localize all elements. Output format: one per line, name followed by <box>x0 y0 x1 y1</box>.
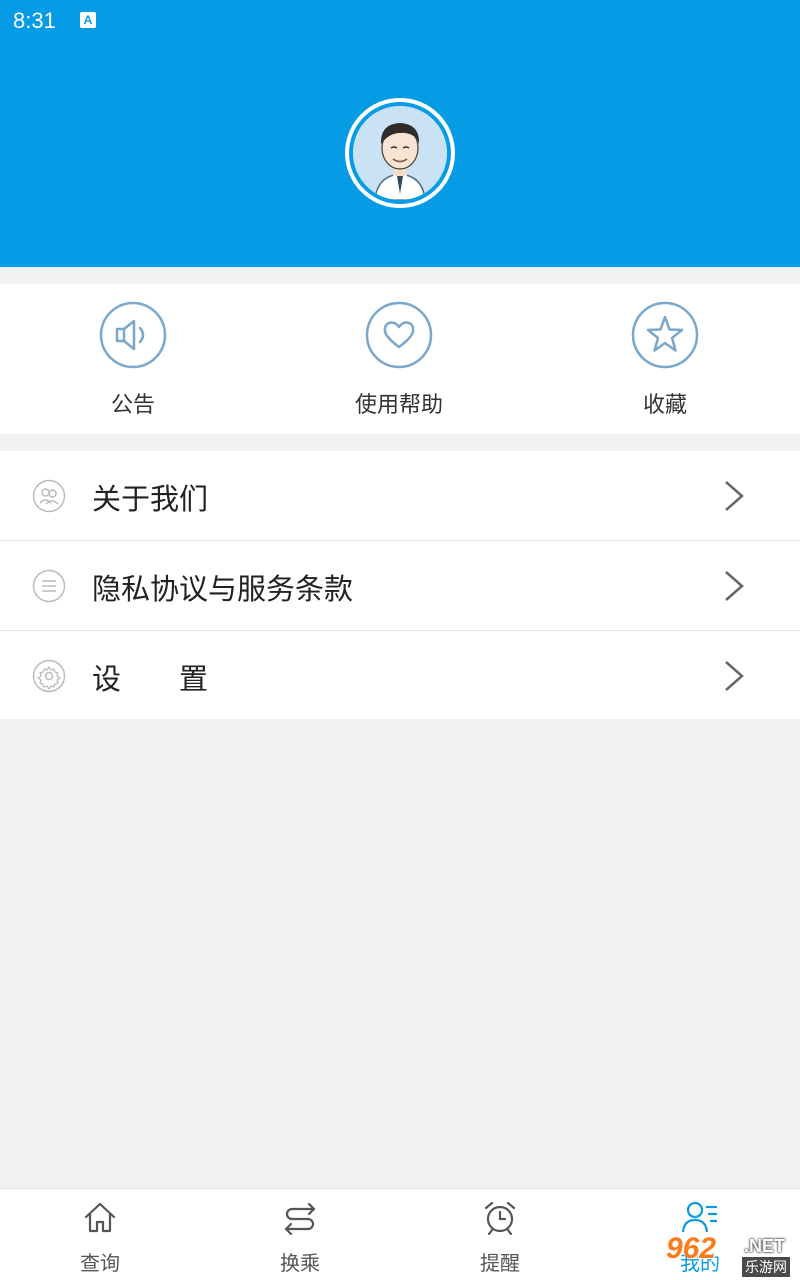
transfer-icon <box>284 1202 316 1235</box>
tab-label: 提醒 <box>480 1251 520 1275</box>
quick-action-announcement[interactable]: 公告 <box>0 284 266 434</box>
star-icon <box>631 301 699 369</box>
quick-action-label: 使用帮助 <box>354 393 443 418</box>
menu-item-label: 隐私协议与服务条款 <box>92 572 354 606</box>
quick-action-favorites[interactable]: 收藏 <box>532 284 798 434</box>
watermark-domain: .NET <box>744 1236 786 1256</box>
gear-icon <box>32 659 66 693</box>
quick-action-label: 公告 <box>110 393 155 418</box>
profile-header: 8:31 A <box>0 0 800 267</box>
speaker-icon <box>99 301 167 369</box>
menu-item-about-us[interactable]: 关于我们 <box>0 451 800 541</box>
tab-transfer[interactable]: 换乘 <box>200 1189 400 1280</box>
alarm-icon <box>484 1201 516 1235</box>
user-avatar-icon[interactable] <box>345 98 455 208</box>
home-icon <box>84 1202 116 1233</box>
list-icon <box>32 569 66 603</box>
tab-reminder[interactable]: 提醒 <box>400 1189 600 1280</box>
watermark-text: 乐游网 <box>742 1257 790 1277</box>
tab-label: 换乘 <box>280 1251 320 1275</box>
tab-label: 查询 <box>80 1251 120 1275</box>
menu-item-label: 关于我们 <box>92 482 209 516</box>
notification-icon: A <box>80 12 96 28</box>
tab-query[interactable]: 查询 <box>0 1189 200 1280</box>
chevron-right-icon <box>725 481 744 511</box>
menu-item-settings[interactable]: 设 置 <box>0 631 800 719</box>
chevron-right-icon <box>725 571 744 601</box>
settings-menu: 关于我们 隐私协议与服务条款 设 置 <box>0 451 800 719</box>
quick-actions-panel: 公告 使用帮助 收藏 <box>0 284 800 434</box>
menu-item-privacy-terms[interactable]: 隐私协议与服务条款 <box>0 541 800 631</box>
chevron-right-icon <box>725 661 744 691</box>
users-icon <box>32 479 66 513</box>
heart-icon <box>365 301 433 369</box>
quick-action-help[interactable]: 使用帮助 <box>266 284 532 434</box>
quick-action-label: 收藏 <box>642 393 687 418</box>
watermark-number: 962 <box>666 1232 717 1265</box>
site-watermark: 962 .NET 乐游网 <box>662 1232 796 1277</box>
profile-icon <box>682 1201 717 1233</box>
status-time: 8:31 <box>13 8 56 33</box>
menu-item-label: 设 置 <box>92 662 209 696</box>
